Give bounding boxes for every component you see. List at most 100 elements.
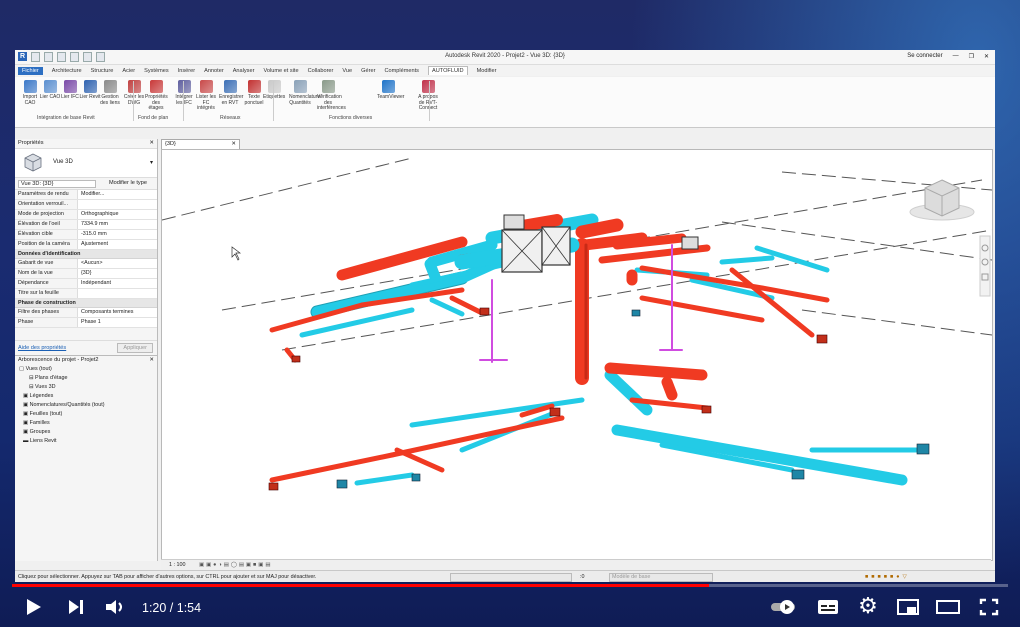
view-control-icons[interactable]: ▣▣●◑▤◯▤▣■▣▤: [199, 560, 272, 570]
ribbon-button[interactable]: Intégrer les IFC: [173, 80, 195, 106]
autoplay-toggle-icon: [771, 600, 795, 614]
tab-vue[interactable]: Vue: [342, 68, 352, 74]
minimize-icon[interactable]: —: [953, 53, 959, 60]
miniplayer-button[interactable]: [895, 592, 921, 622]
tab-acier[interactable]: Acier: [122, 68, 135, 74]
property-row: Titre sur la feuille: [15, 289, 157, 299]
player-controls: 1:20 / 1:54 ⚙: [0, 592, 1020, 622]
property-value[interactable]: -315.0 mm: [77, 230, 157, 239]
property-value[interactable]: Indépendant: [77, 279, 157, 288]
ribbon-button[interactable]: Gestion des liens: [99, 80, 121, 106]
tree-item[interactable]: ▣ Feuilles (tout): [15, 410, 157, 419]
tree-item[interactable]: ▣ Légendes: [15, 392, 157, 401]
property-value[interactable]: {3D}: [77, 269, 157, 278]
tab-annoter[interactable]: Annoter: [204, 68, 224, 74]
property-key: Orientation verrouil...: [18, 201, 69, 207]
ribbon-button[interactable]: Lier CAO: [39, 80, 61, 101]
property-row: Élévation de l'oeil 7334.9 mm: [15, 220, 157, 230]
status-bar: Cliquez pour sélectionner. Appuyez sur T…: [15, 570, 995, 582]
property-key: Nom de la vue: [18, 270, 53, 276]
tree-item[interactable]: ▣ Nomenclatures/Quantités (tout): [15, 401, 157, 410]
view-tab[interactable]: {3D} ✕: [161, 139, 240, 149]
tree-item[interactable]: ⊟ Plans d'étage: [15, 374, 157, 383]
tab-fichier[interactable]: Fichier: [18, 66, 43, 75]
close-icon[interactable]: ✕: [149, 139, 154, 148]
property-value[interactable]: Composants termines: [77, 308, 157, 317]
property-value[interactable]: Orthographique: [77, 210, 157, 219]
status-text: Cliquez pour sélectionner. Appuyez sur T…: [18, 574, 317, 580]
property-value[interactable]: Modifier...: [77, 190, 157, 199]
3d-viewport[interactable]: [161, 149, 993, 561]
close-icon[interactable]: ✕: [231, 140, 236, 149]
ribbon-button[interactable]: Enregistrer en RVT: [219, 80, 243, 106]
play-button[interactable]: [22, 592, 46, 622]
ribbon-button[interactable]: Propriétés des étages: [145, 80, 168, 112]
tab-systemes[interactable]: Systèmes: [144, 68, 169, 74]
ribbon-button[interactable]: Texte ponctuel: [243, 80, 265, 106]
close-icon[interactable]: ✕: [149, 356, 154, 365]
sign-in-link[interactable]: Se connecter: [907, 53, 942, 60]
tree-item[interactable]: ▢ Vues (tout): [15, 365, 157, 374]
ribbon-button-label: Texte ponctuel: [244, 94, 264, 106]
help-link[interactable]: Aide des propriétés: [18, 345, 66, 351]
tree-node-icon: ▣: [23, 429, 30, 435]
tree-item[interactable]: ▬ Liens Revit: [15, 437, 157, 446]
volume-button[interactable]: [102, 592, 128, 622]
fullscreen-button[interactable]: [976, 592, 1002, 622]
tab-collaborer[interactable]: Collaborer: [308, 68, 334, 74]
restore-icon[interactable]: ❐: [969, 53, 974, 60]
tab-autofluid[interactable]: AUTOFLUID: [427, 66, 468, 75]
time-display: 1:20 / 1:54: [142, 601, 202, 615]
phase-grid: Filtre des phases Composants termines Phas…: [15, 308, 157, 328]
tab-complements[interactable]: Compléments: [384, 68, 419, 74]
ribbon-button[interactable]: Vérification des interférences: [317, 80, 346, 112]
view-cube[interactable]: [909, 179, 975, 221]
tab-analyser[interactable]: Analyser: [233, 68, 255, 74]
close-icon[interactable]: ✕: [984, 53, 989, 60]
miniplayer-icon: [897, 599, 919, 615]
settings-button[interactable]: ⚙: [855, 592, 881, 622]
tab-gerer[interactable]: Gérer: [361, 68, 375, 74]
ribbon-button[interactable]: A propos de RVT-Connect: [417, 80, 439, 112]
autoplay-toggle[interactable]: [769, 592, 799, 622]
property-value[interactable]: <Aucun>: [77, 259, 157, 268]
tree-item[interactable]: ▣ Familles: [15, 419, 157, 428]
property-value[interactable]: 7334.9 mm: [77, 220, 157, 229]
tree-item[interactable]: ▣ Groupes: [15, 428, 157, 437]
tab-inserer[interactable]: Insérer: [178, 68, 195, 74]
apply-button[interactable]: Appliquer: [117, 343, 153, 353]
selection-filter-icons[interactable]: ■■■■■●▽: [865, 571, 910, 582]
theater-button[interactable]: [935, 592, 961, 622]
edit-type-button[interactable]: Modifier le type: [109, 180, 147, 186]
ribbon-button[interactable]: Import CAO: [19, 80, 41, 106]
scale-label[interactable]: 1 : 100: [169, 560, 186, 570]
tab-volume-site[interactable]: Volume et site: [263, 68, 298, 74]
ribbon-button[interactable]: TeamViewer: [377, 80, 404, 101]
design-option-selector[interactable]: Modèle de base: [609, 573, 713, 582]
ribbon-button[interactable]: Lier IFC: [59, 80, 81, 101]
tree-item[interactable]: ⊟ Vues 3D: [15, 383, 157, 392]
tab-structure[interactable]: Structure: [91, 68, 114, 74]
tree-item-label: Liens Revit: [29, 438, 57, 444]
type-selector[interactable]: Vue 3D ▾: [15, 148, 157, 178]
subtitles-button[interactable]: [815, 592, 841, 622]
workset-selector[interactable]: [450, 573, 572, 582]
property-value[interactable]: Phase 1: [77, 318, 157, 327]
next-button[interactable]: [64, 592, 88, 622]
navigation-bar[interactable]: [979, 235, 991, 297]
properties-grid: Paramètres de rendu Modifier... Orientatio…: [15, 190, 157, 250]
ribbon-button[interactable]: Nomenclature/ Quantités: [289, 80, 322, 106]
ribbon-button[interactable]: Etiquettes: [263, 80, 285, 101]
tab-modifier[interactable]: Modifier: [477, 68, 497, 74]
property-value[interactable]: Ajustement: [77, 240, 157, 249]
progress-track[interactable]: [12, 584, 1008, 587]
ribbon-button[interactable]: Lier Revit: [79, 80, 101, 101]
tab-architecture[interactable]: Architecture: [52, 68, 82, 74]
property-value[interactable]: [77, 289, 157, 298]
view-selector[interactable]: Vue 3D: {3D}: [18, 180, 96, 188]
ribbon-button-label: Etiquettes: [263, 94, 286, 100]
property-value[interactable]: [77, 200, 157, 209]
progress-fill: [12, 584, 710, 587]
ribbon-button[interactable]: Lister les FC intégrés: [195, 80, 217, 112]
ribbon-button[interactable]: Créer les DWG: [123, 80, 145, 106]
